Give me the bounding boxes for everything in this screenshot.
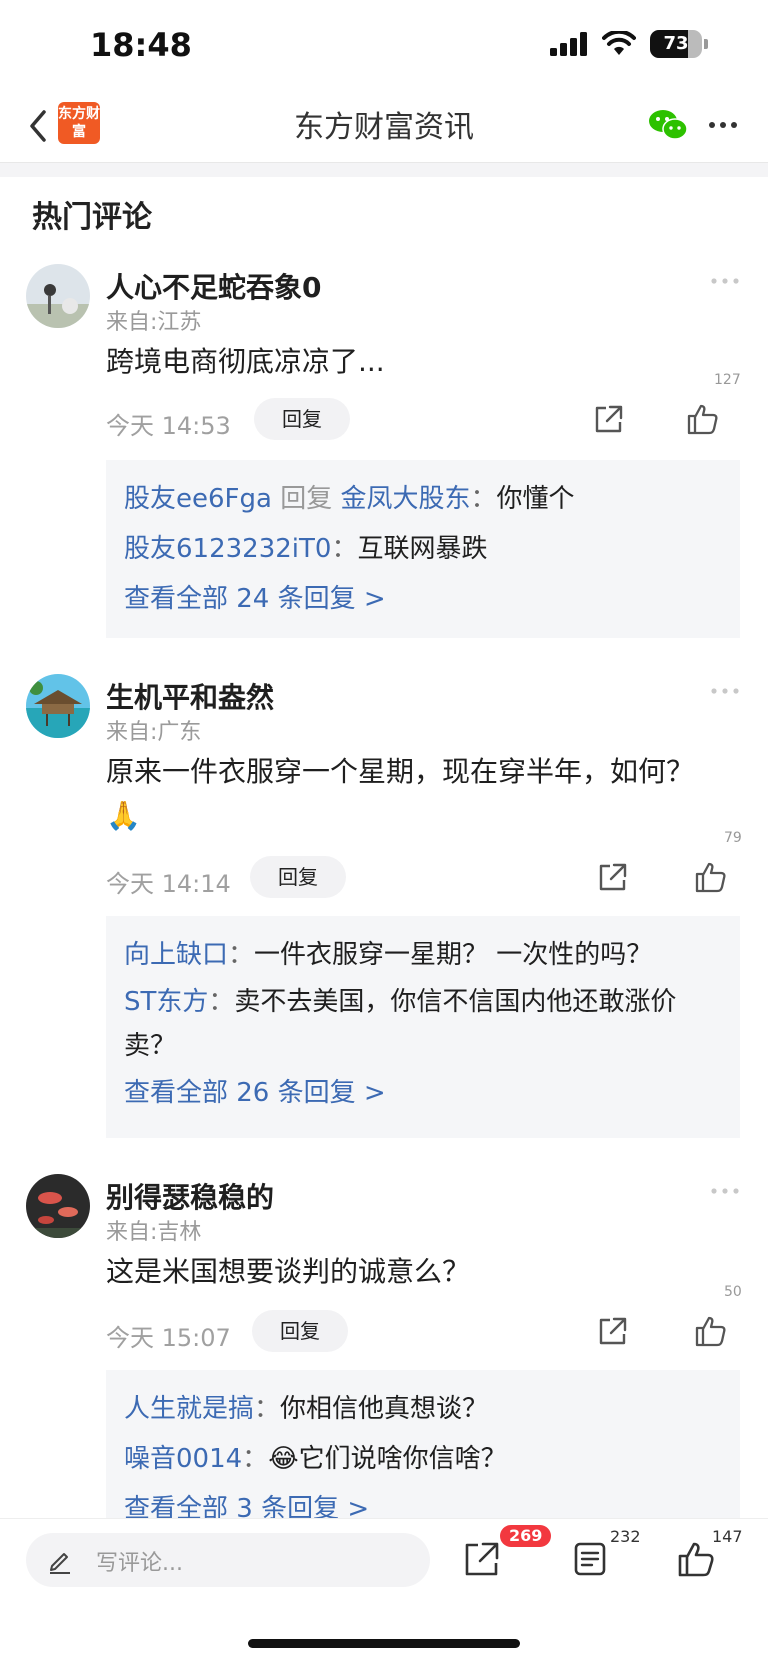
comment-input[interactable]: 写评论... (26, 1533, 430, 1587)
more-icon[interactable] (706, 108, 740, 142)
reply-text: 你懂个 (496, 484, 575, 514)
username[interactable]: 生机平和盎然 (106, 676, 274, 716)
battery-level: 73 (663, 33, 689, 54)
like-count: 147 (712, 1527, 743, 1546)
reply-user[interactable]: 人生就是搞 (124, 1394, 254, 1424)
reply-user[interactable]: ST东方 (124, 987, 208, 1017)
reply-line: ST东方：卖不去美国，你信不信国内他还敢涨价卖？ (124, 980, 722, 1068)
reply-box: 人生就是搞：你相信他真想谈？ 噪音0014：😂它们说啥你信啥？ 查看全部 3 条… (106, 1370, 740, 1530)
share-count-badge: 269 (500, 1525, 552, 1547)
reply-box: 股友ee6Fga 回复 金凤大股东：你懂个 股友6123232iT0：互联网暴跌… (106, 460, 740, 638)
reply-line: 向上缺口：一件衣服穿一星期？ 一次性的吗？ (124, 930, 722, 980)
status-time: 18:48 (90, 26, 192, 64)
reply-target[interactable]: 金凤大股东 (340, 484, 470, 514)
location: 来自:江苏 (106, 310, 202, 335)
reply-line: 股友ee6Fga 回复 金凤大股东：你懂个 (124, 474, 722, 524)
reply-text: 互联网暴跌 (357, 534, 488, 564)
comment-more-icon[interactable] (710, 274, 740, 288)
comment-item: 生机平和盎然 来自:广东 原来一件衣服穿一个星期，现在穿半年，如何？ 🙏 今天 … (0, 674, 768, 1144)
username[interactable]: 别得瑟稳稳的 (106, 1176, 274, 1216)
reply-box: 向上缺口：一件衣服穿一星期？ 一次性的吗？ ST东方：卖不去美国，你信不信国内他… (106, 916, 740, 1138)
reply-user[interactable]: 向上缺口 (124, 940, 228, 970)
status-bar: 18:48 73 (0, 0, 768, 90)
comment-more-icon[interactable] (710, 684, 740, 698)
reply-user[interactable]: 股友ee6Fga (124, 484, 272, 514)
nav-bar: 东方财富 东方财富资讯 (0, 90, 768, 163)
section-divider (0, 163, 768, 177)
reply-line: 股友6123232iT0：互联网暴跌 (124, 524, 722, 574)
share-icon[interactable] (596, 860, 630, 894)
section-title: 热门评论 (32, 200, 152, 235)
like-icon[interactable] (676, 1539, 716, 1579)
comments-icon[interactable] (570, 1539, 610, 1579)
view-all-replies-link[interactable]: 查看全部 24 条回复 > (124, 574, 722, 624)
avatar[interactable] (26, 1174, 90, 1238)
reply-user[interactable]: 噪音0014 (124, 1444, 242, 1474)
comment-time: 今天 14:14 (106, 870, 231, 898)
like-count: 127 (714, 372, 741, 388)
pencil-icon (50, 1553, 70, 1574)
reply-separator: ： (228, 940, 255, 970)
comment-text: 原来一件衣服穿一个星期，现在穿半年，如何？ 🙏 (106, 755, 695, 832)
reply-text: 你相信他真想谈？ (280, 1394, 489, 1424)
reply-button[interactable]: 回复 (250, 856, 346, 898)
reply-separator: ： (254, 1394, 281, 1424)
battery-icon: 73 (650, 30, 702, 58)
reply-separator: ： (470, 484, 497, 514)
avatar[interactable] (26, 264, 90, 328)
username[interactable]: 人心不足蛇吞象0 (106, 266, 321, 306)
reply-user[interactable]: 股友6123232iT0 (124, 534, 331, 564)
like-count: 79 (724, 830, 742, 846)
reply-button[interactable]: 回复 (254, 398, 350, 440)
reply-verb: 回复 (280, 484, 333, 514)
like-icon[interactable] (694, 860, 728, 894)
comment-item: 人心不足蛇吞象0 来自:江苏 跨境电商彻底凉凉了... 今天 14:53 回复 … (0, 264, 768, 644)
wechat-share-icon[interactable] (648, 108, 688, 142)
comment-time: 今天 15:07 (106, 1324, 231, 1352)
wifi-icon (602, 31, 636, 55)
comment-text: 这是米国想要谈判的诚意么？ (106, 1255, 471, 1288)
reply-line: 人生就是搞：你相信他真想谈？ (124, 1384, 722, 1434)
reply-separator: ： (208, 987, 235, 1017)
comment-item: 别得瑟稳稳的 来自:吉林 这是米国想要谈判的诚意么？ 今天 15:07 回复 5… (0, 1174, 768, 1530)
battery-nub (704, 39, 708, 49)
share-icon[interactable] (592, 402, 626, 436)
comment-time: 今天 14:53 (106, 412, 231, 440)
reply-text: 一件衣服穿一星期？ 一次性的吗？ (254, 940, 653, 970)
comment-text: 跨境电商彻底凉凉了... (106, 345, 385, 378)
share-icon[interactable] (596, 1314, 630, 1348)
share-icon[interactable] (462, 1539, 502, 1579)
like-icon[interactable] (694, 1314, 728, 1348)
reply-line: 噪音0014：😂它们说啥你信啥？ (124, 1434, 722, 1484)
reply-button[interactable]: 回复 (252, 1310, 348, 1352)
home-indicator (248, 1639, 520, 1648)
location: 来自:吉林 (106, 1220, 202, 1245)
reply-text: 😂它们说啥你信啥？ (268, 1444, 507, 1474)
comment-input-placeholder: 写评论... (96, 1551, 183, 1576)
signal-icon (550, 32, 587, 56)
location: 来自:广东 (106, 720, 202, 745)
status-icons: 73 (550, 30, 708, 58)
view-all-replies-link[interactable]: 查看全部 26 条回复 > (124, 1068, 722, 1118)
bottom-bar: 写评论... 269 232 147 (0, 1518, 768, 1663)
avatar[interactable] (26, 674, 90, 738)
like-count: 50 (724, 1284, 742, 1300)
comment-more-icon[interactable] (710, 1184, 740, 1198)
comment-count: 232 (610, 1527, 641, 1546)
reply-separator: ： (242, 1444, 269, 1474)
reply-separator: ： (331, 534, 358, 564)
like-icon[interactable] (686, 402, 720, 436)
